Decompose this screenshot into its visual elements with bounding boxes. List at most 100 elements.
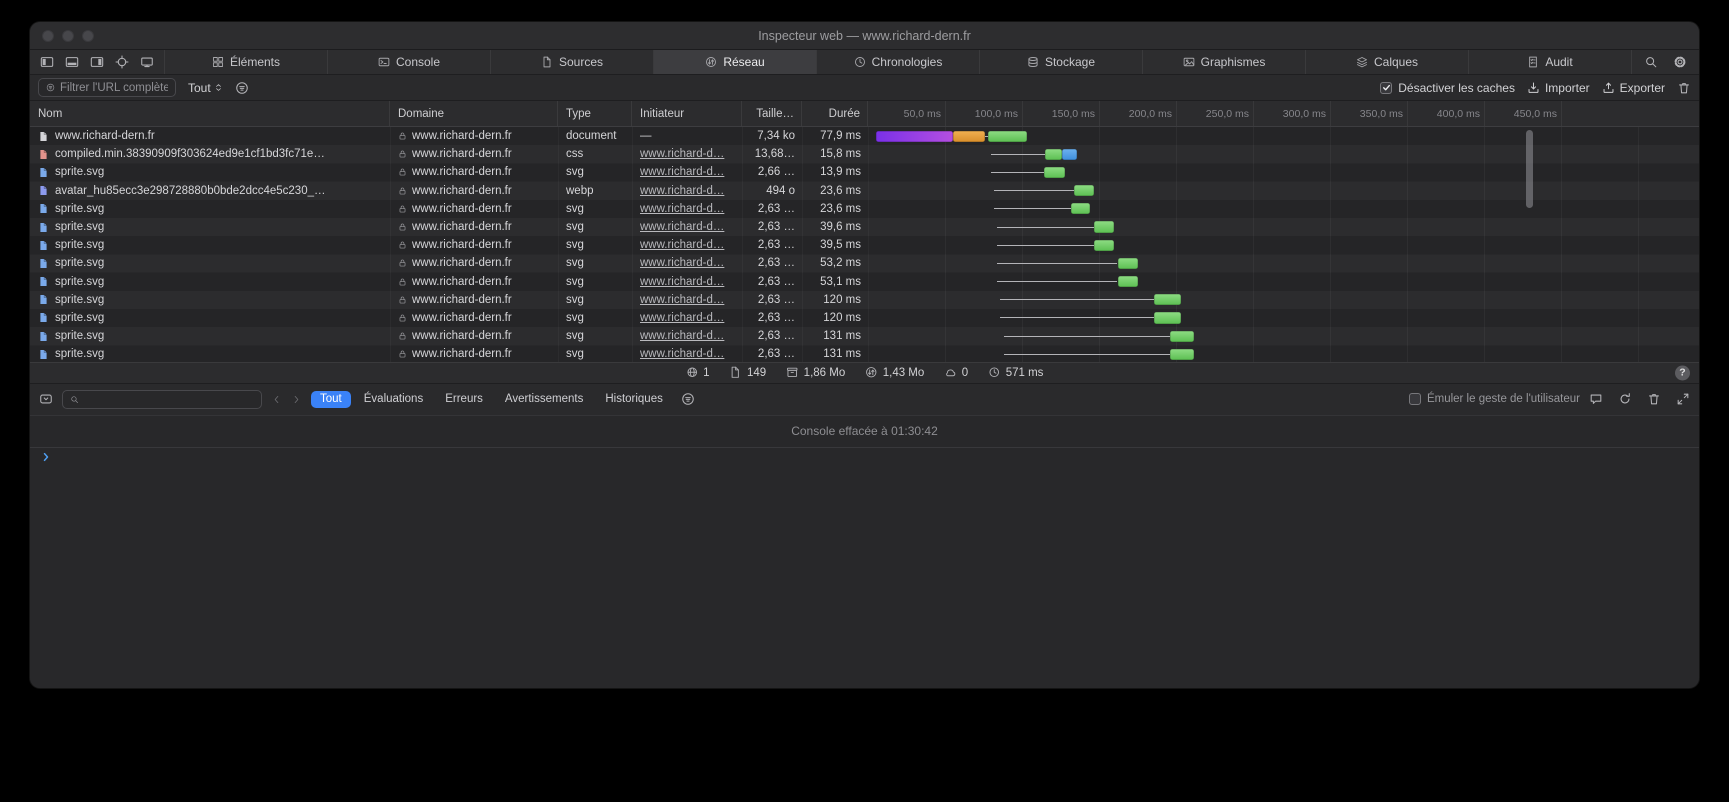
tab-graphics[interactable]: Graphismes <box>1143 50 1306 74</box>
network-request-row[interactable]: sprite.svg www.richard-dern.fr svg www.r… <box>30 309 1699 327</box>
search-icon[interactable] <box>1644 55 1658 69</box>
initiator-link[interactable]: www.richard-d… <box>640 185 724 197</box>
search-icon <box>70 395 79 404</box>
console-filter-historiques[interactable]: Historiques <box>596 391 672 408</box>
network-request-row[interactable]: sprite.svg www.richard-dern.fr svg www.r… <box>30 291 1699 309</box>
console-filter-evaluations[interactable]: Évaluations <box>355 391 432 408</box>
elements-icon <box>212 56 224 68</box>
initiator-link[interactable]: www.richard-d… <box>640 166 724 178</box>
clear-network-icon[interactable] <box>1677 81 1691 95</box>
responsive-mode-icon[interactable] <box>140 55 154 69</box>
network-request-row[interactable]: sprite.svg www.richard-dern.fr svg www.r… <box>30 163 1699 181</box>
waterfall-cell <box>868 309 1699 327</box>
tab-elements[interactable]: Éléments <box>165 50 328 74</box>
tab-sources[interactable]: Sources <box>491 50 654 74</box>
initiator-link[interactable]: www.richard-d… <box>640 312 724 324</box>
network-request-row[interactable]: www.richard-dern.fr www.richard-dern.fr … <box>30 127 1699 145</box>
tab-network[interactable]: Réseau <box>654 50 817 74</box>
initiator-link[interactable]: www.richard-d… <box>640 330 724 342</box>
waterfall-options-icon[interactable] <box>235 81 249 95</box>
previous-result-button[interactable] <box>271 394 282 405</box>
next-result-button[interactable] <box>291 394 302 405</box>
zoom-button[interactable] <box>82 30 94 42</box>
url-filter-field[interactable] <box>38 78 176 97</box>
initiator-link[interactable]: www.richard-d… <box>640 239 724 251</box>
file-icon <box>38 293 49 306</box>
url-filter-input[interactable] <box>60 82 168 94</box>
request-size: 2,63 … <box>742 218 802 236</box>
column-header-duration[interactable]: Durée <box>802 101 868 126</box>
console-scope-icon[interactable] <box>39 392 53 406</box>
tab-timelines[interactable]: Chronologies <box>817 50 980 74</box>
initiator-link[interactable]: www.richard-d… <box>640 203 724 215</box>
console-search-input[interactable] <box>84 393 254 405</box>
dock-left-icon[interactable] <box>40 55 54 69</box>
settings-gear-icon[interactable] <box>1673 55 1687 69</box>
initiator-link[interactable]: www.richard-d… <box>640 148 724 160</box>
tab-audit[interactable]: Audit <box>1469 50 1632 74</box>
network-request-row[interactable]: sprite.svg www.richard-dern.fr svg www.r… <box>30 200 1699 218</box>
emulate-user-gesture-checkbox[interactable]: Émuler le geste de l'utilisateur <box>1409 393 1580 405</box>
resource-type-dropdown[interactable]: Tout <box>188 81 223 95</box>
dock-bottom-icon[interactable] <box>65 55 79 69</box>
request-name: sprite.svg <box>55 348 104 360</box>
element-picker-icon[interactable] <box>115 55 129 69</box>
waterfall-green-bar <box>1154 294 1180 305</box>
console-filter-tout[interactable]: Tout <box>311 391 351 408</box>
console-messages-icon[interactable] <box>1589 392 1603 406</box>
scrollbar-thumb[interactable] <box>1526 130 1533 208</box>
network-request-row[interactable]: sprite.svg www.richard-dern.fr svg www.r… <box>30 327 1699 345</box>
import-button[interactable]: Importer <box>1527 81 1590 95</box>
checkbox-checked-icon <box>1380 82 1392 94</box>
cloud-icon <box>944 366 957 379</box>
network-request-row[interactable]: compiled.min.38390909f303624ed9e1cf1bd3f… <box>30 145 1699 163</box>
network-request-row[interactable]: sprite.svg www.richard-dern.fr svg www.r… <box>30 236 1699 254</box>
tab-layers[interactable]: Calques <box>1306 50 1469 74</box>
network-request-row[interactable]: sprite.svg www.richard-dern.fr svg www.r… <box>30 273 1699 291</box>
tab-console[interactable]: Console <box>328 50 491 74</box>
waterfall-cell <box>868 345 1699 361</box>
file-icon <box>38 184 49 197</box>
console-filter-avertissements[interactable]: Avertissements <box>496 391 592 408</box>
request-domain: www.richard-dern.fr <box>412 239 512 251</box>
waterfall-green-bar <box>1044 167 1066 178</box>
request-name: sprite.svg <box>55 294 104 306</box>
waterfall-wait-line <box>997 245 1094 246</box>
message-filter-icon[interactable] <box>681 392 695 406</box>
console-search-field[interactable] <box>62 390 262 409</box>
network-request-row[interactable]: sprite.svg www.richard-dern.fr svg www.r… <box>30 218 1699 236</box>
request-size: 13,68… <box>742 145 802 163</box>
console-prompt[interactable] <box>30 447 1699 689</box>
network-request-row[interactable]: sprite.svg www.richard-dern.fr svg www.r… <box>30 254 1699 272</box>
initiator-link[interactable]: www.richard-d… <box>640 276 724 288</box>
column-header-name[interactable]: Nom <box>30 101 390 126</box>
initiator-link[interactable]: www.richard-d… <box>640 257 724 269</box>
tab-storage[interactable]: Stockage <box>980 50 1143 74</box>
column-header-size[interactable]: Taille… <box>742 101 802 126</box>
request-name: sprite.svg <box>55 239 104 251</box>
waterfall-green-bar <box>1045 149 1062 160</box>
column-header-domain[interactable]: Domaine <box>390 101 558 126</box>
minimize-button[interactable] <box>62 30 74 42</box>
console-filter-bar: ToutÉvaluationsErreursAvertissementsHist… <box>311 391 672 408</box>
box-icon <box>786 366 799 379</box>
clear-console-button[interactable] <box>1647 392 1661 406</box>
column-header-initiator[interactable]: Initiateur <box>632 101 742 126</box>
lock-icon <box>398 349 407 359</box>
initiator-link[interactable]: www.richard-d… <box>640 294 724 306</box>
close-button[interactable] <box>42 30 54 42</box>
column-header-type[interactable]: Type <box>558 101 632 126</box>
console-filter-erreurs[interactable]: Erreurs <box>436 391 492 408</box>
initiator-link[interactable]: www.richard-d… <box>640 221 724 233</box>
network-requests-table: www.richard-dern.fr www.richard-dern.fr … <box>30 127 1699 362</box>
network-request-row[interactable]: sprite.svg www.richard-dern.fr svg www.r… <box>30 345 1699 361</box>
network-request-row[interactable]: avatar_hu85ecc3e298728880b0bde2dcc4e5c23… <box>30 182 1699 200</box>
disable-caches-checkbox[interactable]: Désactiver les caches <box>1380 81 1515 95</box>
export-button[interactable]: Exporter <box>1602 81 1665 95</box>
request-domain: www.richard-dern.fr <box>412 257 512 269</box>
initiator-link[interactable]: www.richard-d… <box>640 348 724 360</box>
help-button[interactable]: ? <box>1675 365 1690 380</box>
preserve-log-icon[interactable] <box>1618 392 1632 406</box>
detach-console-icon[interactable] <box>1676 392 1690 406</box>
dock-right-icon[interactable] <box>90 55 104 69</box>
